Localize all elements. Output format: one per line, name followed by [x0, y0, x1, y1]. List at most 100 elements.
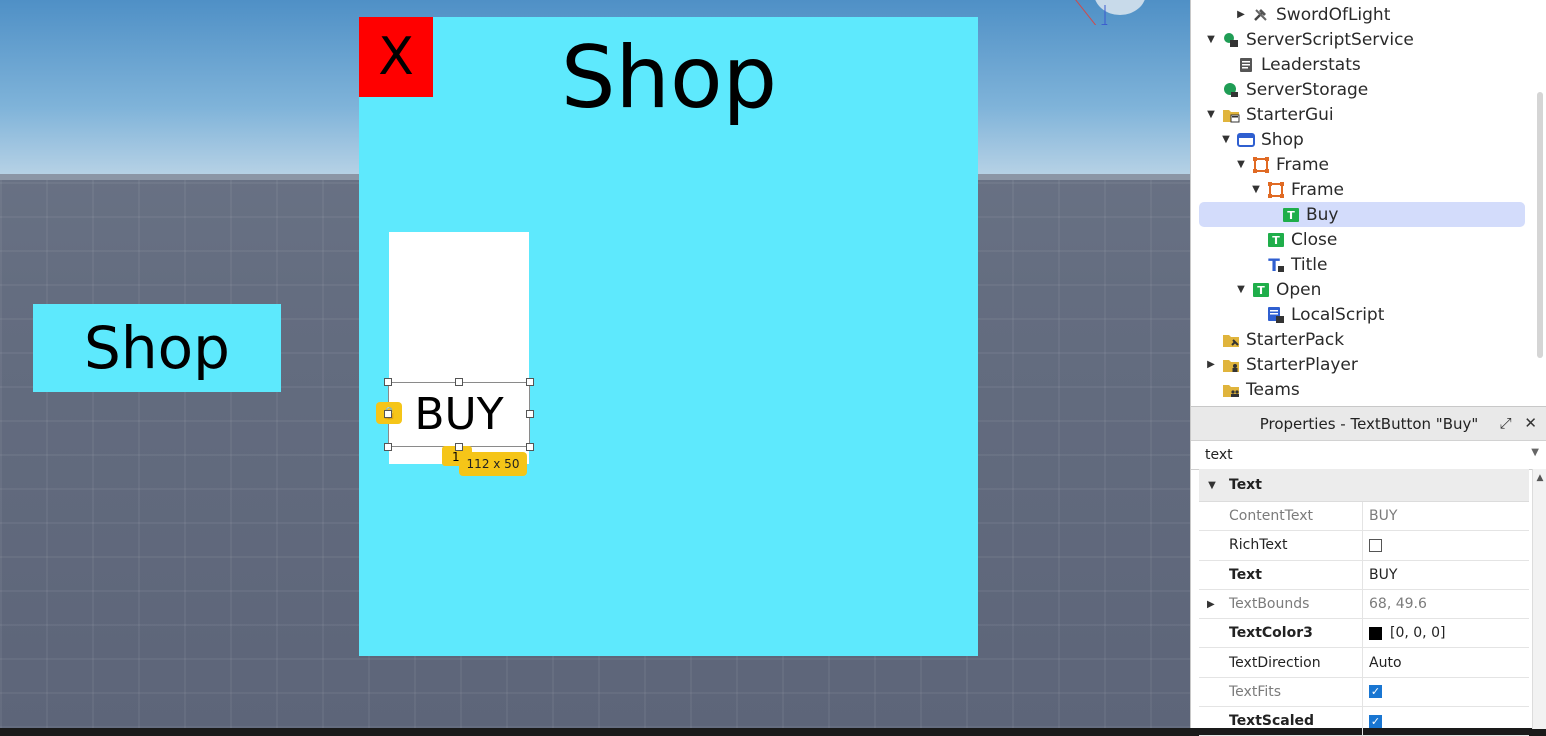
expand-right-icon[interactable]: ▶ — [1234, 9, 1248, 20]
folder-gui-icon — [1222, 106, 1240, 124]
explorer-item-label: Teams — [1246, 379, 1300, 400]
chevron-down-icon[interactable]: ▼ — [1531, 447, 1539, 458]
property-name-text: Text — [1229, 566, 1262, 583]
explorer-item-open[interactable]: ▼ T Open — [1199, 277, 1525, 302]
property-row-text[interactable]: Text BUY — [1199, 560, 1529, 590]
checkbox-checked[interactable]: ✓ — [1369, 685, 1382, 699]
explorer-item-shop[interactable]: ▼ Shop — [1199, 127, 1525, 152]
explorer-item-starterplayer[interactable]: ▶ StarterPlayer — [1199, 352, 1525, 377]
property-category[interactable]: ▼ Text — [1199, 469, 1529, 502]
property-name-text: TextScaled — [1229, 713, 1315, 730]
property-name-text: TextDirection — [1229, 654, 1321, 671]
property-value[interactable]: Auto — [1363, 648, 1529, 676]
property-row-contenttext[interactable]: ContentText BUY — [1199, 502, 1529, 532]
explorer-item-label: Title — [1291, 254, 1328, 275]
checkbox-checked[interactable]: ✓ — [1369, 714, 1382, 728]
property-name: TextColor3 — [1199, 619, 1363, 648]
axis-gizmo-icon: Z — [1075, 0, 1145, 25]
resize-handle-b[interactable] — [455, 443, 463, 451]
shop-title: Shop — [560, 28, 778, 128]
resize-handle-br[interactable] — [526, 443, 534, 451]
gizmo-z-label: Z — [1101, 23, 1108, 25]
expand-right-icon[interactable]: ▶ — [1207, 599, 1215, 610]
color-swatch[interactable] — [1369, 626, 1382, 640]
studio-viewport[interactable]: Z Shop X Shop BUY 🔒 1 112 x 50 — [0, 0, 1190, 728]
property-value[interactable]: [0, 0, 0] — [1363, 619, 1529, 647]
filter-input[interactable]: text — [1205, 447, 1233, 463]
property-value[interactable]: 68, 49.6 — [1363, 590, 1529, 618]
shop-frame[interactable]: X Shop BUY — [359, 17, 978, 656]
expand-down-icon[interactable]: ▼ — [1249, 184, 1263, 195]
property-row-textbounds[interactable]: ▶ TextBounds 68, 49.6 — [1199, 589, 1529, 620]
expand-down-icon[interactable]: ▼ — [1219, 134, 1233, 145]
property-value[interactable]: BUY — [1363, 502, 1529, 530]
screengui-icon — [1237, 131, 1255, 149]
textbutton-icon: T — [1252, 281, 1270, 299]
properties-scrollbar[interactable]: ▲ — [1532, 469, 1546, 729]
svg-text:T: T — [1257, 284, 1265, 297]
resize-handle-r[interactable] — [526, 410, 534, 418]
property-value-text: Auto — [1369, 654, 1402, 671]
explorer-item-teams[interactable]: Teams — [1199, 377, 1525, 402]
checkbox-unchecked[interactable] — [1369, 538, 1382, 552]
property-value[interactable] — [1363, 531, 1529, 559]
property-name-text: TextColor3 — [1229, 625, 1313, 642]
explorer-item-label: Close — [1291, 229, 1338, 250]
explorer-item-label: Buy — [1306, 204, 1339, 225]
explorer-item-label: StarterPlayer — [1246, 354, 1358, 375]
explorer-item-close[interactable]: T Close — [1199, 227, 1525, 252]
server-storage-icon — [1222, 81, 1240, 99]
properties-filter[interactable]: text ▼ — [1191, 441, 1546, 470]
explorer-item-serverscriptservice[interactable]: ▼ ServerScriptService — [1199, 27, 1525, 52]
properties-panel: Properties - TextButton "Buy" ⤢ ✕ text ▼… — [1191, 406, 1546, 736]
resize-handle-tr[interactable] — [526, 378, 534, 386]
explorer-item-swordoflight[interactable]: ▶ SwordOfLight — [1199, 2, 1525, 27]
property-value[interactable]: ✓ — [1363, 678, 1529, 706]
resize-handle-tl[interactable] — [384, 378, 392, 386]
folder-teams-icon — [1222, 381, 1240, 399]
scroll-up-icon[interactable]: ▲ — [1533, 473, 1546, 483]
property-value[interactable]: ✓ — [1363, 707, 1529, 735]
property-name: ContentText — [1199, 502, 1363, 531]
properties-title: Properties - TextButton "Buy" — [1259, 414, 1479, 433]
property-name: TextFits — [1199, 677, 1363, 707]
explorer-item-serverstorage[interactable]: ServerStorage — [1199, 77, 1525, 102]
expand-down-icon[interactable]: ▼ — [1234, 159, 1248, 170]
explorer-tree[interactable]: ▶ SwordOfLight ▼ ServerScriptService Leaders… — [1191, 0, 1546, 402]
explorer-scrollbar[interactable] — [1537, 92, 1543, 358]
resize-handle-bl[interactable] — [384, 443, 392, 451]
collapse-arrow-icon[interactable]: ▼ — [1205, 480, 1219, 491]
property-row-richtext[interactable]: RichText — [1199, 531, 1529, 561]
property-value[interactable]: BUY — [1363, 561, 1529, 589]
expand-down-icon[interactable]: ▼ — [1234, 284, 1248, 295]
folder-player-icon — [1222, 356, 1240, 374]
explorer-item-leaderstats[interactable]: Leaderstats — [1199, 52, 1525, 77]
explorer-item-label: SwordOfLight — [1276, 4, 1391, 25]
close-panel-icon[interactable]: ✕ — [1524, 414, 1537, 432]
property-row-textcolor3[interactable]: TextColor3 [0, 0, 0] — [1199, 619, 1529, 649]
explorer-item-starterpack[interactable]: StarterPack — [1199, 327, 1525, 352]
explorer-item-frame[interactable]: ▼ Frame — [1199, 152, 1525, 177]
property-row-textfits[interactable]: TextFits ✓ — [1199, 677, 1529, 708]
localscript-icon — [1267, 306, 1285, 324]
property-name: TextDirection — [1199, 648, 1363, 677]
server-script-service-icon — [1222, 31, 1240, 49]
close-button[interactable]: X — [359, 17, 433, 97]
resize-handle-l[interactable] — [384, 410, 392, 418]
property-row-textdirection[interactable]: TextDirection Auto — [1199, 648, 1529, 678]
explorer-item-frame[interactable]: ▼ Frame — [1199, 177, 1525, 202]
explorer-item-localscript[interactable]: LocalScript — [1199, 302, 1525, 327]
explorer-item-label: LocalScript — [1291, 304, 1385, 325]
property-name-text: ContentText — [1229, 508, 1313, 525]
explorer-item-title[interactable]: T Title — [1199, 252, 1525, 277]
undock-icon[interactable]: ⤢ — [1500, 414, 1512, 432]
explorer-item-buy[interactable]: T Buy — [1199, 202, 1525, 227]
property-row-textscaled[interactable]: TextScaled ✓ — [1199, 707, 1529, 736]
expand-right-icon[interactable]: ▶ — [1204, 359, 1218, 370]
expand-down-icon[interactable]: ▼ — [1204, 34, 1218, 45]
resize-handle-t[interactable] — [455, 378, 463, 386]
expand-down-icon[interactable]: ▼ — [1204, 109, 1218, 120]
frame-icon — [1252, 156, 1270, 174]
open-shop-button[interactable]: Shop — [33, 304, 281, 392]
explorer-item-startergui[interactable]: ▼ StarterGui — [1199, 102, 1525, 127]
